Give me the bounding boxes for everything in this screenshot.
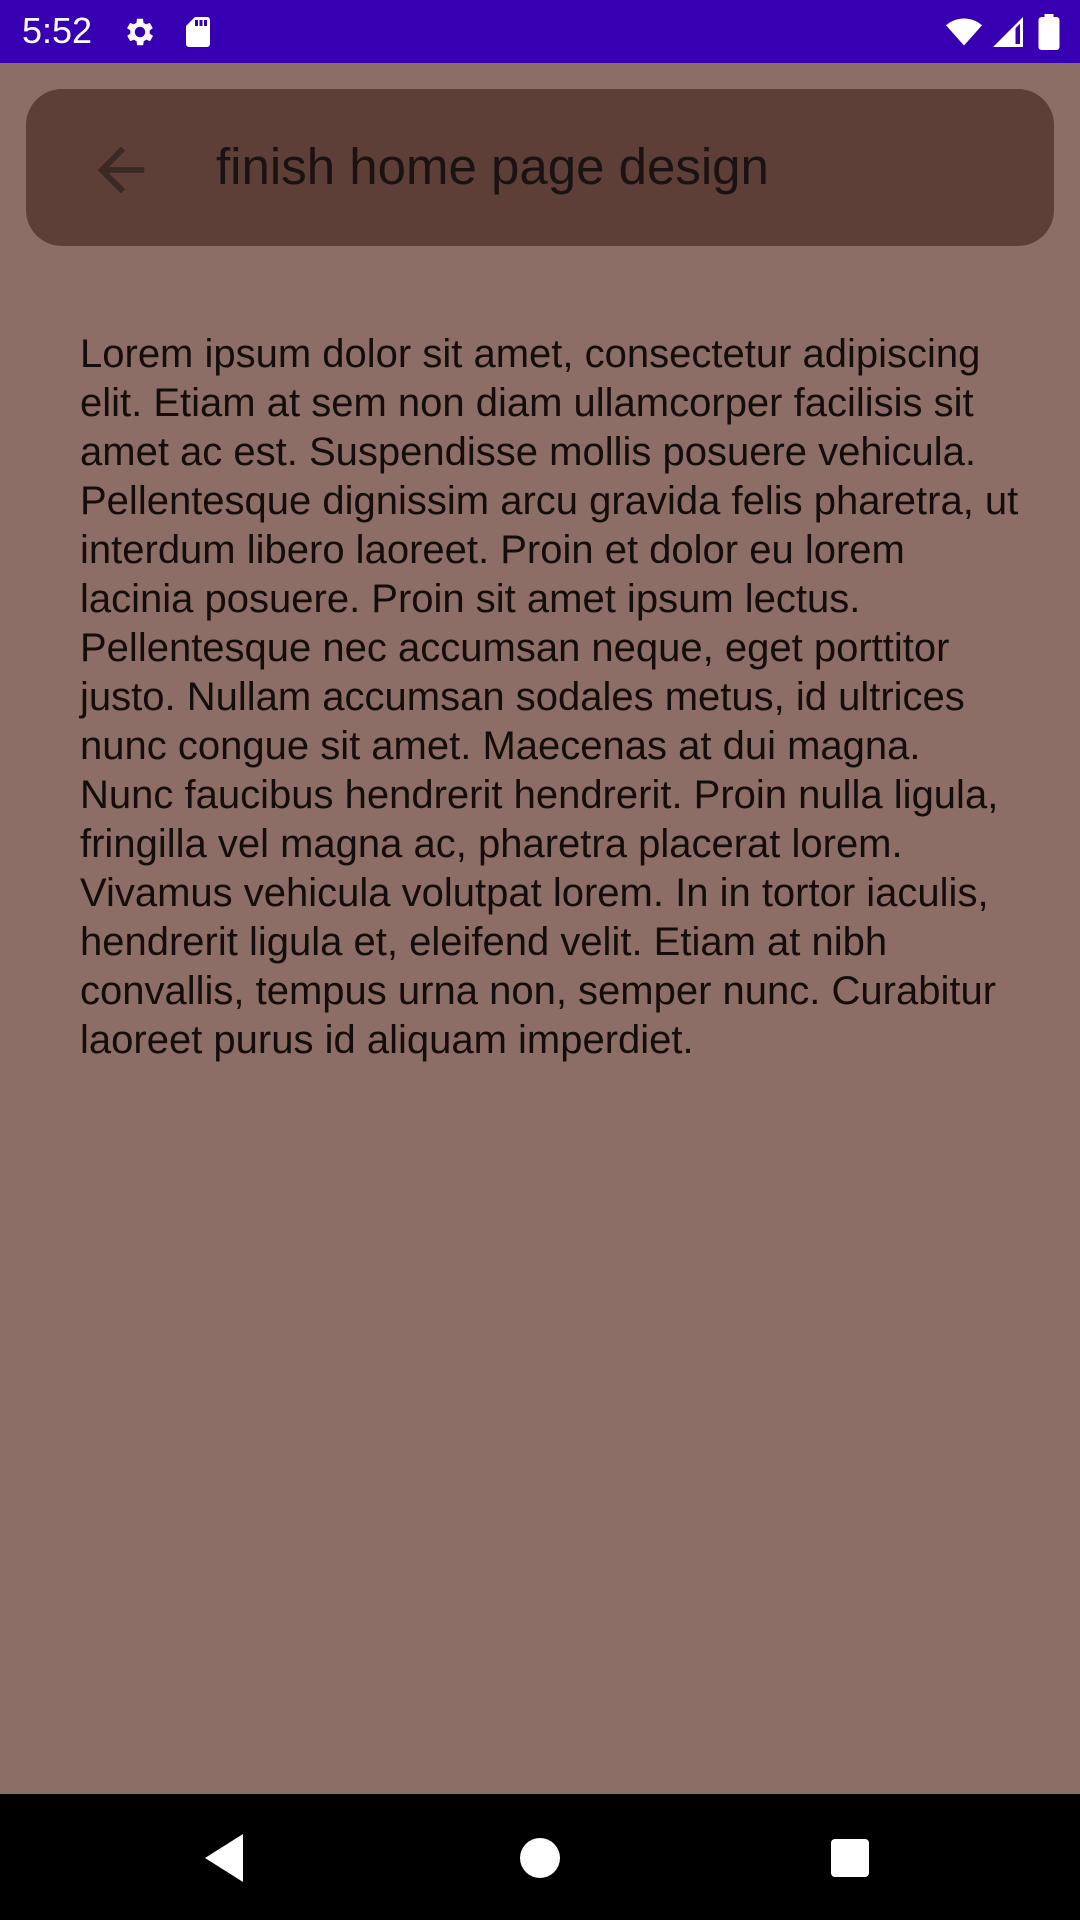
page-title: finish home page design [216, 138, 769, 195]
wifi-icon [944, 14, 984, 50]
home-circle-icon [520, 1838, 560, 1878]
arrow-back-icon [97, 146, 145, 194]
signal-icon [990, 14, 1026, 50]
navigation-bar [0, 1794, 1080, 1920]
nav-recents-button[interactable] [820, 1828, 880, 1888]
nav-back-button[interactable] [195, 1828, 255, 1888]
back-triangle-icon [205, 1834, 243, 1882]
sd-card-icon [180, 14, 216, 50]
nav-home-button[interactable] [510, 1828, 570, 1888]
note-body-text: Lorem ipsum dolor sit amet, consectetur … [80, 332, 1019, 1062]
app-bar: finish home page design [26, 89, 1054, 246]
battery-icon [1036, 14, 1062, 50]
gear-icon [122, 14, 158, 50]
back-button[interactable] [86, 135, 156, 205]
status-time: 5:52 [22, 10, 93, 51]
status-bar: 5:52 [0, 0, 1080, 63]
recents-square-icon [831, 1839, 869, 1877]
